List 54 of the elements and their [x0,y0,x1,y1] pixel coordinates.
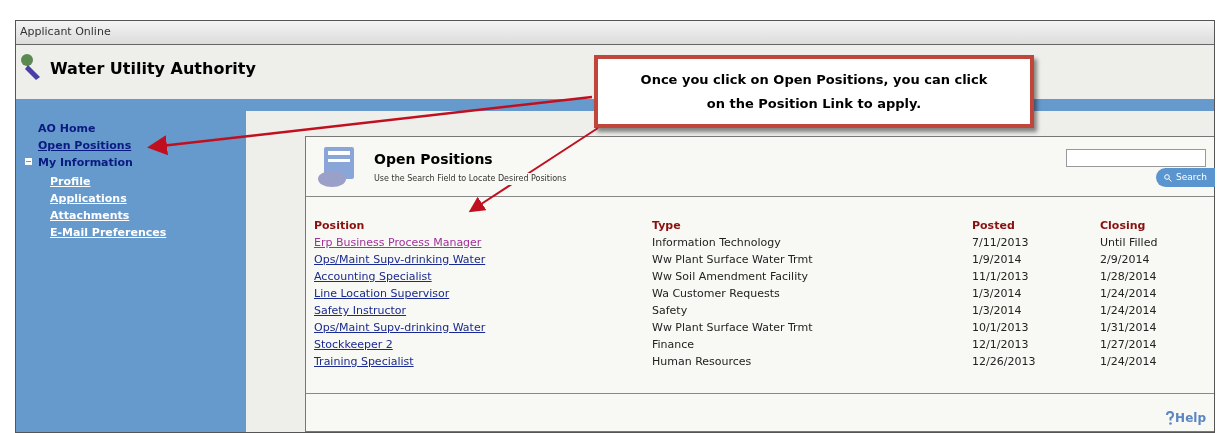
position-link[interactable]: Line Location Supervisor [314,285,450,302]
panel-title: Open Positions [374,150,494,169]
help-link[interactable]: Help [1166,409,1206,427]
position-link[interactable]: Training Specialist [314,353,414,370]
window-title: Applicant Online [20,24,111,41]
table-cell-text: 1/3/2014 [972,286,1022,302]
table-cell-text: 1/31/2014 [1100,320,1157,336]
table-cell-text: 2/9/2014 [1100,252,1150,268]
panel-subtitle: Use the Search Field to Locate Desired Positions [374,173,567,185]
sidebar-link[interactable]: E-Mail Preferences [50,226,246,240]
sidebar-link[interactable]: Profile [50,175,246,189]
table-cell-text: 1/9/2014 [972,252,1022,268]
table-cell-text: 12/26/2013 [972,354,1036,370]
table-cell-text: Ww Plant Surface Water Trmt [652,252,813,268]
table-cell-text: 7/11/2013 [972,235,1029,251]
position-link[interactable]: Erp Business Process Manager [314,234,482,251]
table-cell-text: Information Technology [652,235,781,251]
table-cell-text: 1/3/2014 [972,303,1022,319]
column-header: Position [314,218,366,234]
column-header: Posted [972,218,1016,234]
collapse-icon[interactable] [25,158,32,165]
table-cell-text: 12/1/2013 [972,337,1029,353]
sidebar-link[interactable]: AO Home [38,121,96,136]
table-cell-text: Wa Customer Requests [652,286,780,302]
table-cell-text: 1/24/2014 [1100,354,1157,370]
table-cell-text: Until Filled [1100,235,1158,251]
column-header: Type [652,218,682,234]
position-link[interactable]: Safety Instructor [314,302,407,319]
table-cell-text: 1/28/2014 [1100,269,1157,285]
sidebar-link[interactable]: My Information [38,155,133,170]
site-title: Water Utility Authority [50,58,256,80]
table-cell-text: 1/24/2014 [1100,286,1157,302]
sidebar-link[interactable]: Attachments [50,209,246,223]
table-cell-text: Ww Soil Amendment Facility [652,269,808,285]
sidebar-link[interactable]: Applications [50,192,246,206]
position-link[interactable]: Stockkeeper 2 [314,336,393,353]
position-link[interactable]: Ops/Maint Supv-drinking Water [314,319,486,336]
table-cell-text: 11/1/2013 [972,269,1029,285]
position-link[interactable]: Ops/Maint Supv-drinking Water [314,251,486,268]
position-link[interactable]: Accounting Specialist [314,268,432,285]
table-cell-text: Human Resources [652,354,752,370]
search-icon [1164,173,1173,182]
table-cell-text: Safety [652,303,688,319]
sidebar-link[interactable]: Open Positions [38,138,132,153]
search-field[interactable] [1066,149,1206,167]
help-icon [1166,411,1175,425]
table-cell-text: Finance [652,337,695,353]
callout-text: Once you click on Open Positions, you can click on the Position Link to apply. [639,70,989,113]
table-cell-text: 1/27/2014 [1100,337,1157,353]
search-button[interactable]: Search [1156,168,1215,187]
table-cell-text: 10/1/2013 [972,320,1029,336]
table-cell-text: Ww Plant Surface Water Trmt [652,320,813,336]
column-header: Closing [1100,218,1147,234]
table-cell-text: 1/24/2014 [1100,303,1157,319]
